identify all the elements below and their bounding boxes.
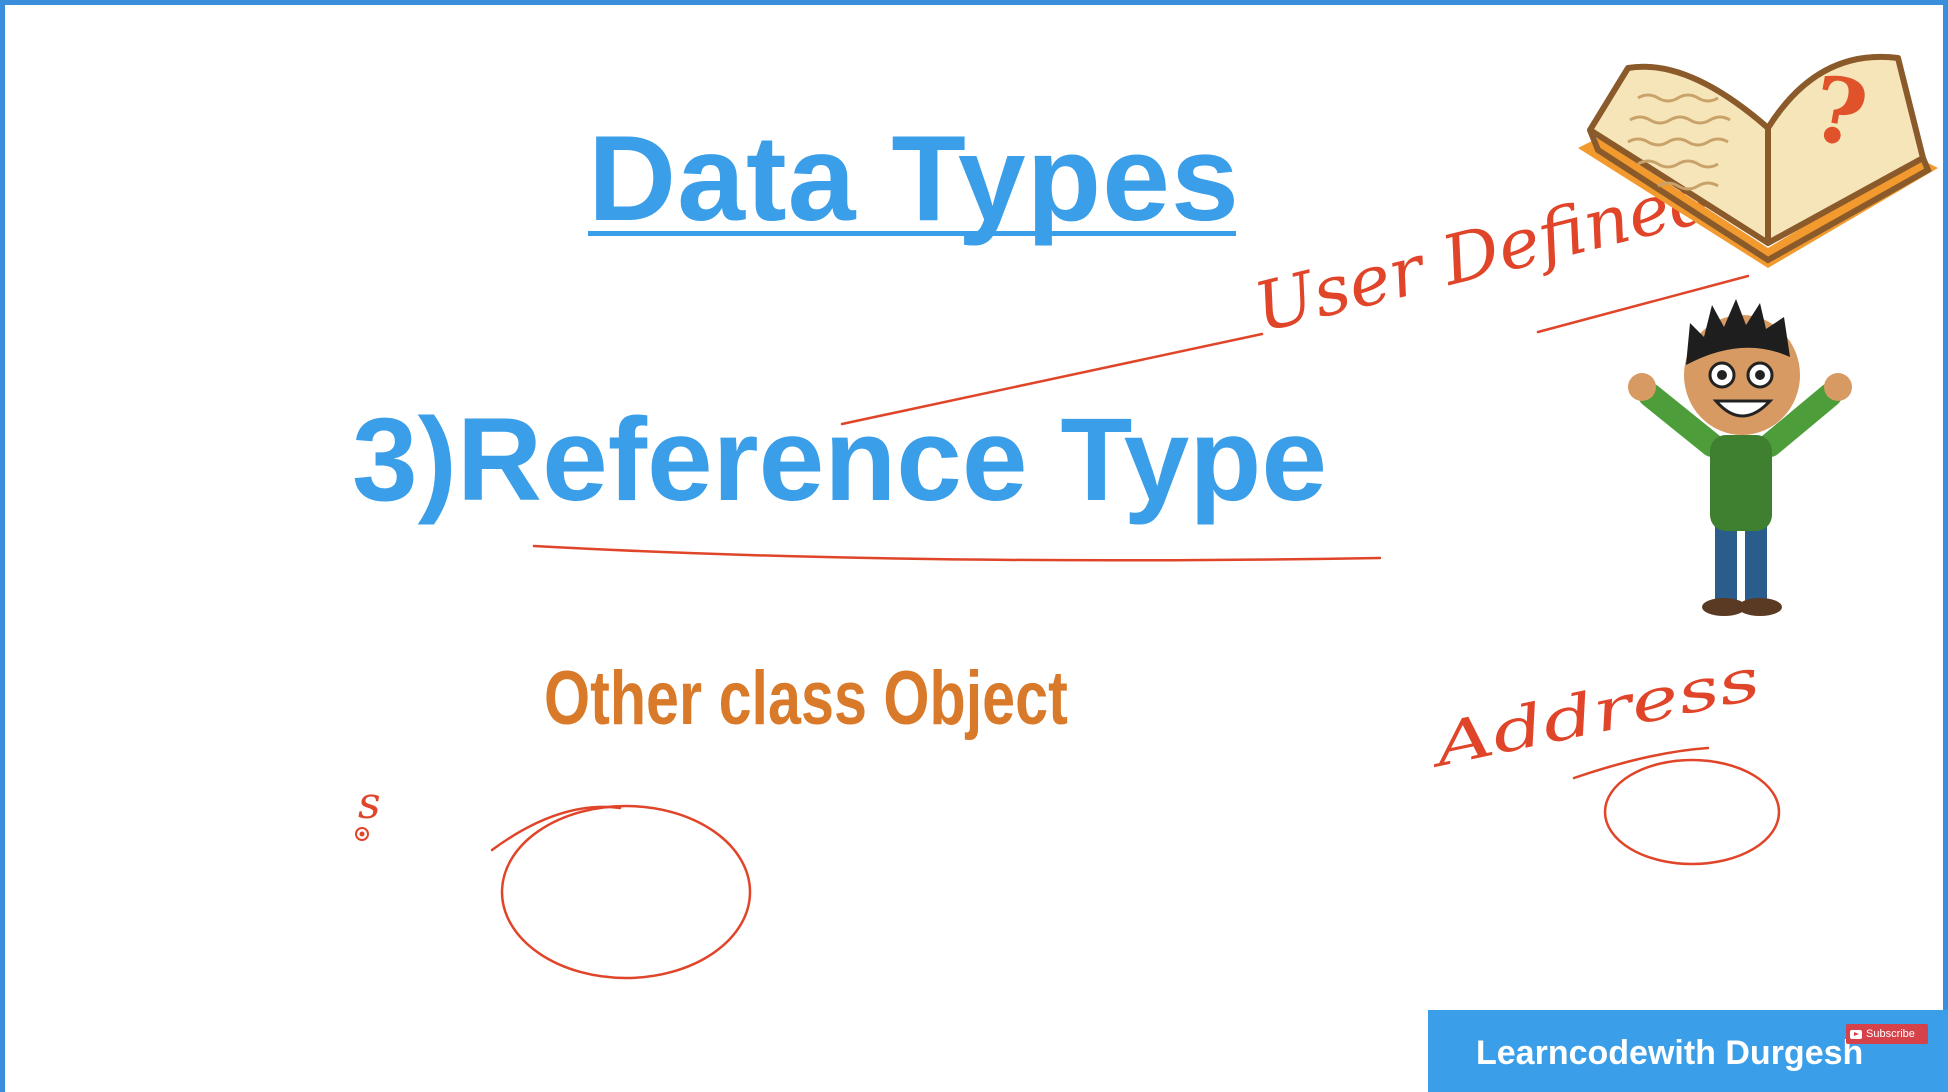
cheering-boy-illustration [1628,299,1852,616]
play-icon [1850,1029,1862,1039]
question-book-icon: ? [1578,53,1938,268]
heading-underline-stroke [532,544,1382,562]
channel-name: Learncodewith Durgesh [1476,1034,1864,1072]
address-circle [1603,758,1781,866]
object-circle [500,804,752,980]
subscribe-button[interactable]: Subscribe [1846,1024,1928,1044]
address-circle-tail [1572,746,1710,780]
subscribe-label: Subscribe [1866,1028,1915,1040]
object-circle-tail [490,805,622,852]
pointer-line [840,332,1264,426]
channel-branding: Learncodewith Durgesh Subscribe [1428,1010,1948,1092]
s-annotation: s [358,778,381,829]
